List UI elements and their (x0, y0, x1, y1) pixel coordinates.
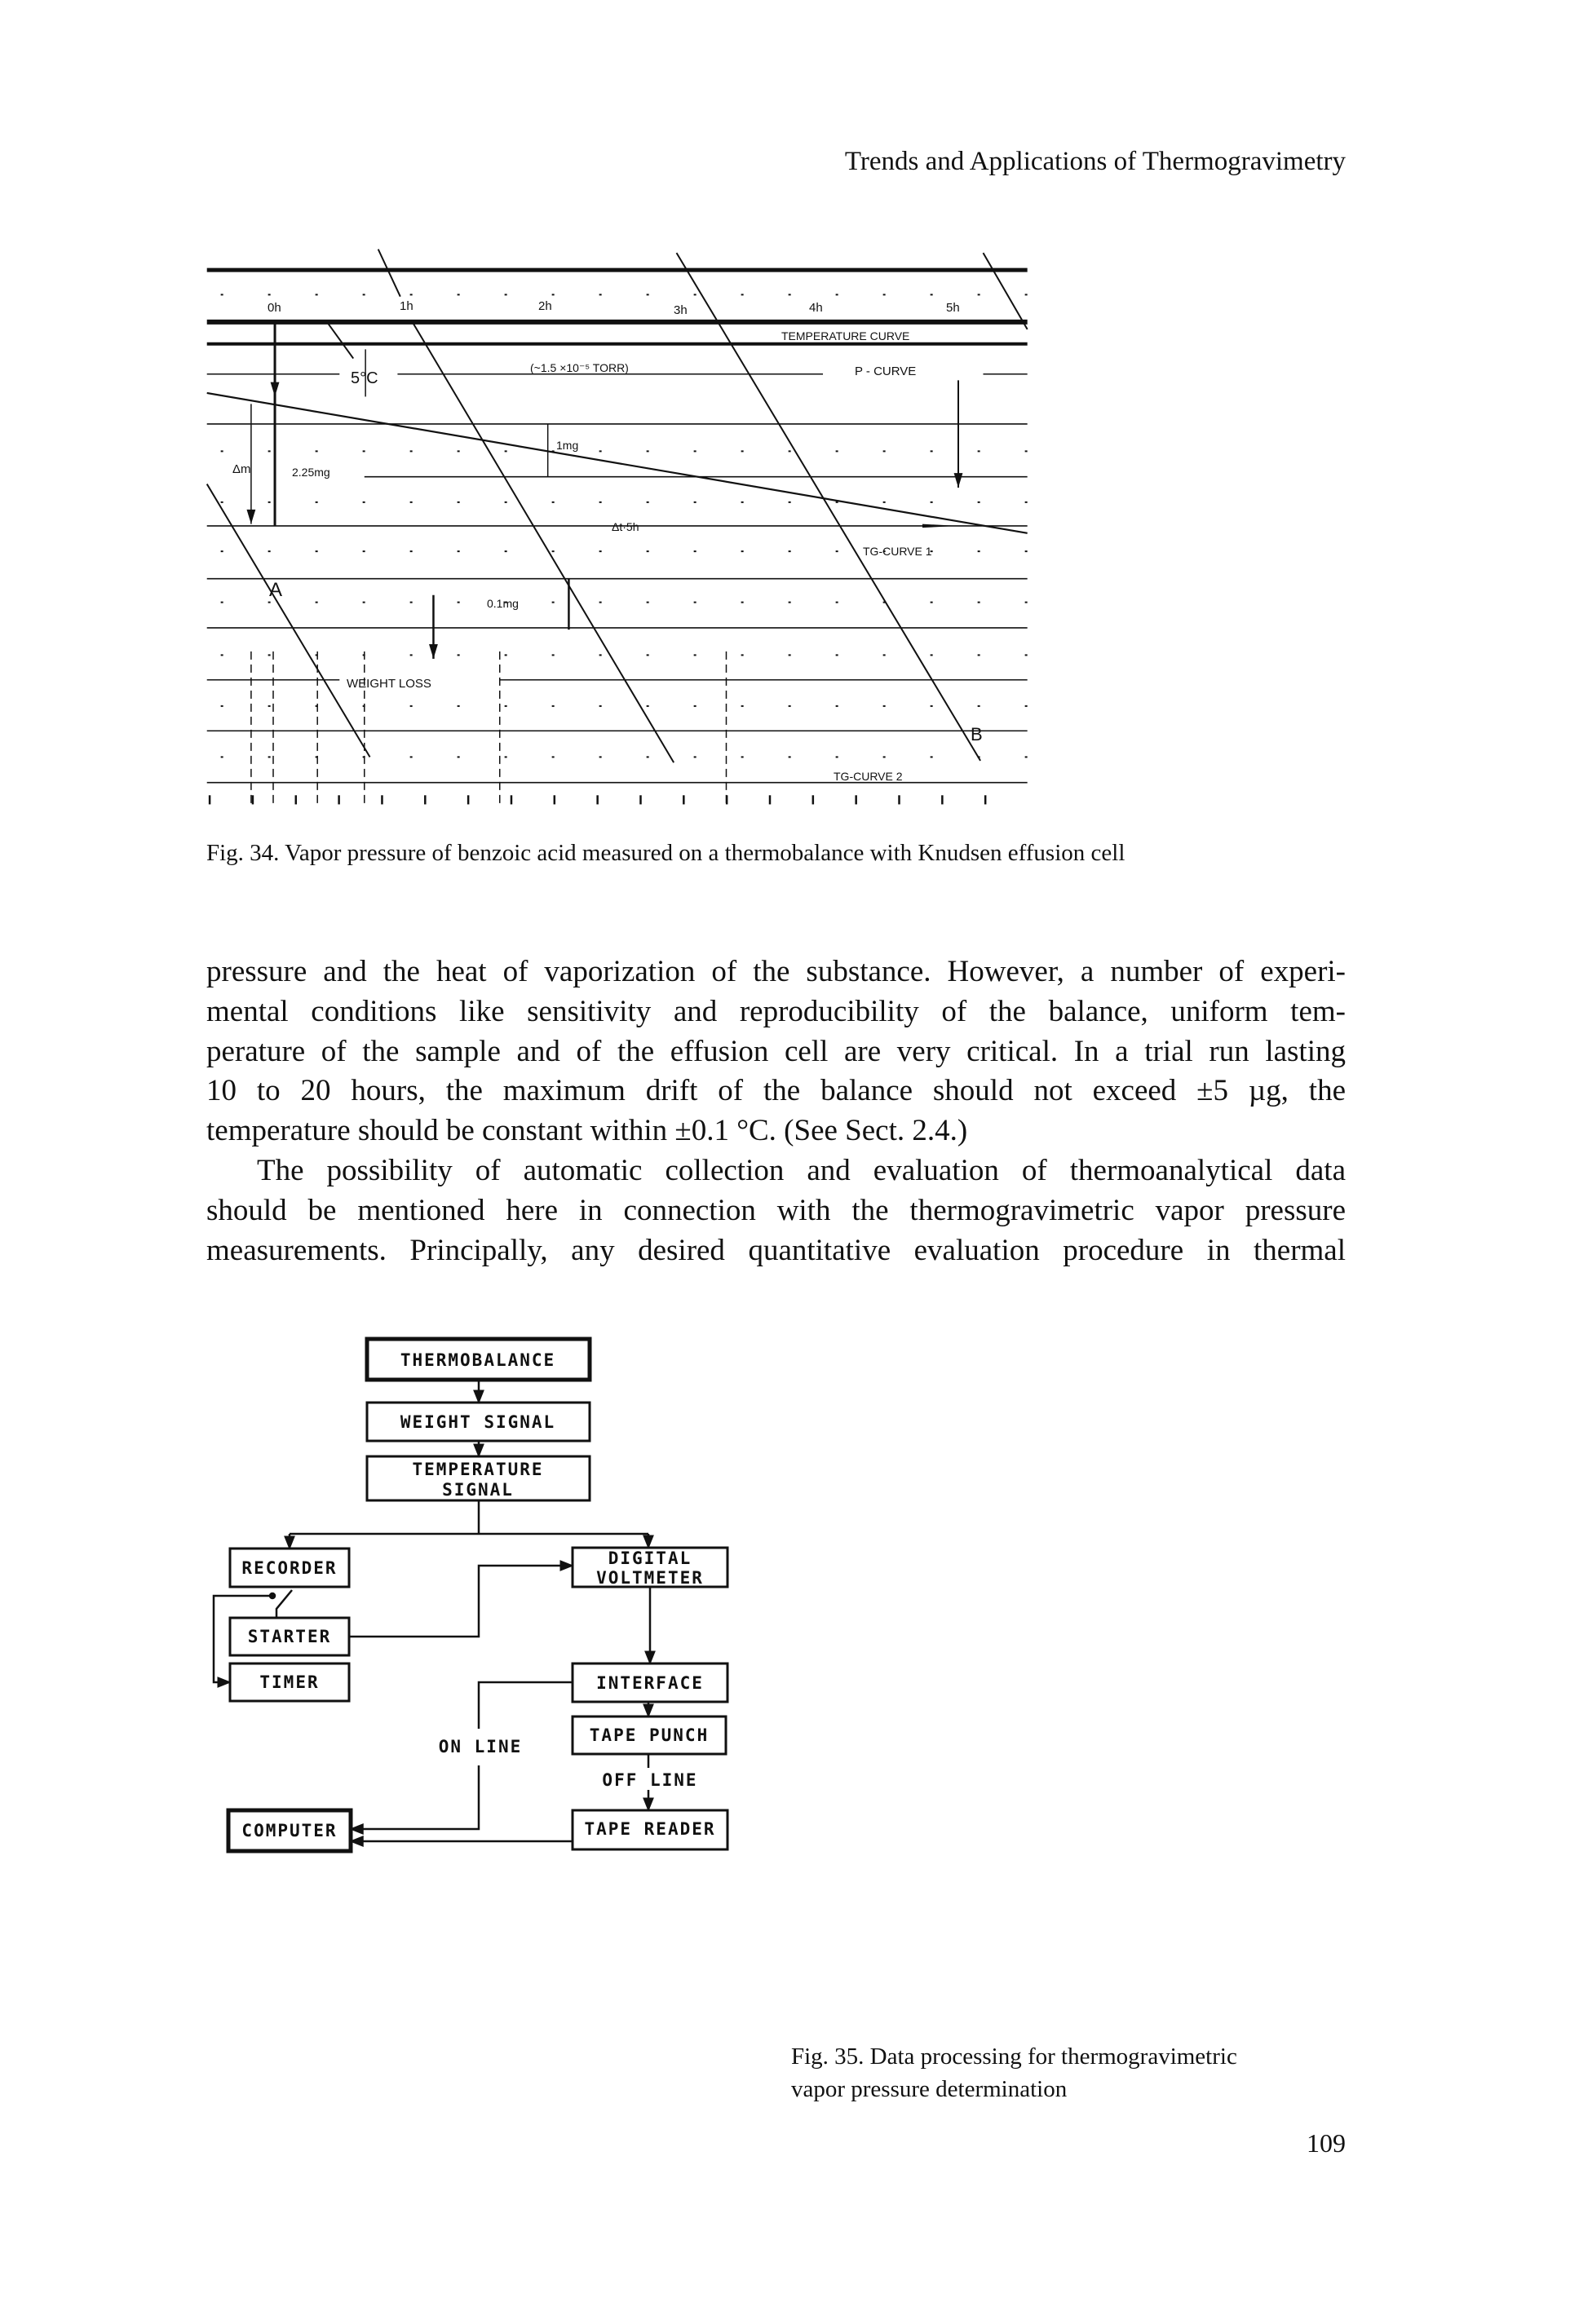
timer-label: TIMER (259, 1672, 319, 1692)
tape-reader-label: TAPE READER (584, 1819, 715, 1839)
hour-label-2: 2h (538, 299, 552, 313)
one-mg-label: 1mg (556, 439, 578, 452)
hour-label-1: 1h (400, 299, 413, 313)
hour-label-3: 3h (674, 303, 688, 317)
mass-label: 2.25mg (292, 466, 330, 479)
text-line: should be mentioned here in connection w… (206, 1193, 1346, 1227)
on-line-label: ON LINE (439, 1737, 523, 1756)
caption-line: Fig. 35. Data processing for thermogravi… (791, 2043, 1237, 2070)
text-line: 10 to 20 hours, the maximum drift of the… (206, 1074, 1346, 1108)
figure-35-caption: Fig. 35. Data processing for thermogravi… (791, 2040, 1362, 2105)
text-line: measurements. Principally, any desired q… (206, 1233, 1346, 1267)
tape-punch-label: TAPE PUNCH (590, 1725, 709, 1745)
tenth-mg-label: 0.1mg (487, 597, 519, 610)
text-line: mental conditions like sensitivity and r… (206, 994, 1346, 1028)
text-line: The possibility of automatic collection … (257, 1153, 1346, 1187)
connectors (212, 1380, 650, 1847)
caption-line: vapor pressure determination (791, 2076, 1068, 2102)
figure-34-caption: Fig. 34. Vapor pressure of benzoic acid … (206, 840, 1125, 866)
delta-t-label: Δt·5h (612, 520, 639, 533)
interface-label: INTERFACE (596, 1673, 704, 1693)
text-line: perature of the sample and of the effusi… (206, 1034, 1346, 1068)
figure-34-labels: 0h 1h 2h 3h 4h 5h TEMPERATURE CURVE 5°C … (232, 299, 983, 783)
computer-label: COMPUTER (241, 1821, 337, 1840)
point-b-label: B (971, 724, 983, 744)
pressure-value-label: (~1.5 ×10⁻⁵ TORR) (530, 361, 629, 374)
point-a-label: A (269, 579, 282, 601)
recorder-label: RECORDER (241, 1558, 337, 1578)
temperature-signal-label-1: TEMPERATURE (412, 1460, 543, 1479)
delta-m-label: Δm (232, 462, 251, 476)
digital-voltmeter-label-2: VOLTMETER (596, 1568, 704, 1588)
digital-voltmeter-label-1: DIGITAL (608, 1549, 692, 1568)
weight-loss-label: WEIGHT LOSS (347, 677, 431, 691)
figure-35-diagram: THERMOBALANCE WEIGHT SIGNAL TEMPERATURE … (212, 1337, 729, 1853)
temperature-curve-label: TEMPERATURE CURVE (781, 329, 909, 342)
running-head: Trends and Applications of Thermogravime… (844, 147, 1346, 176)
thermobalance-label: THERMOBALANCE (400, 1350, 555, 1370)
p-curve-label: P - CURVE (855, 365, 916, 378)
page-number: 109 (1307, 2128, 1346, 2158)
weight-signal-label: WEIGHT SIGNAL (400, 1412, 555, 1432)
hour-label-0: 0h (268, 301, 281, 315)
hour-label-4: 4h (809, 301, 823, 315)
text-line: temperature should be constant within ±0… (206, 1114, 968, 1148)
temperature-signal-label-2: SIGNAL (442, 1480, 514, 1500)
body-text: pressure and the heat of vaporization of… (206, 952, 1346, 1270)
tg-curve-1-label: TG-CURVE 1 (863, 545, 932, 558)
five-degree-label: 5°C (351, 369, 378, 387)
text-line: pressure and the heat of vaporization of… (206, 955, 1346, 988)
tg-curve-2-label: TG-CURVE 2 (834, 770, 903, 783)
hour-label-5: 5h (946, 301, 960, 315)
off-line-label: OFF LINE (602, 1770, 697, 1790)
starter-label: STARTER (248, 1627, 332, 1646)
